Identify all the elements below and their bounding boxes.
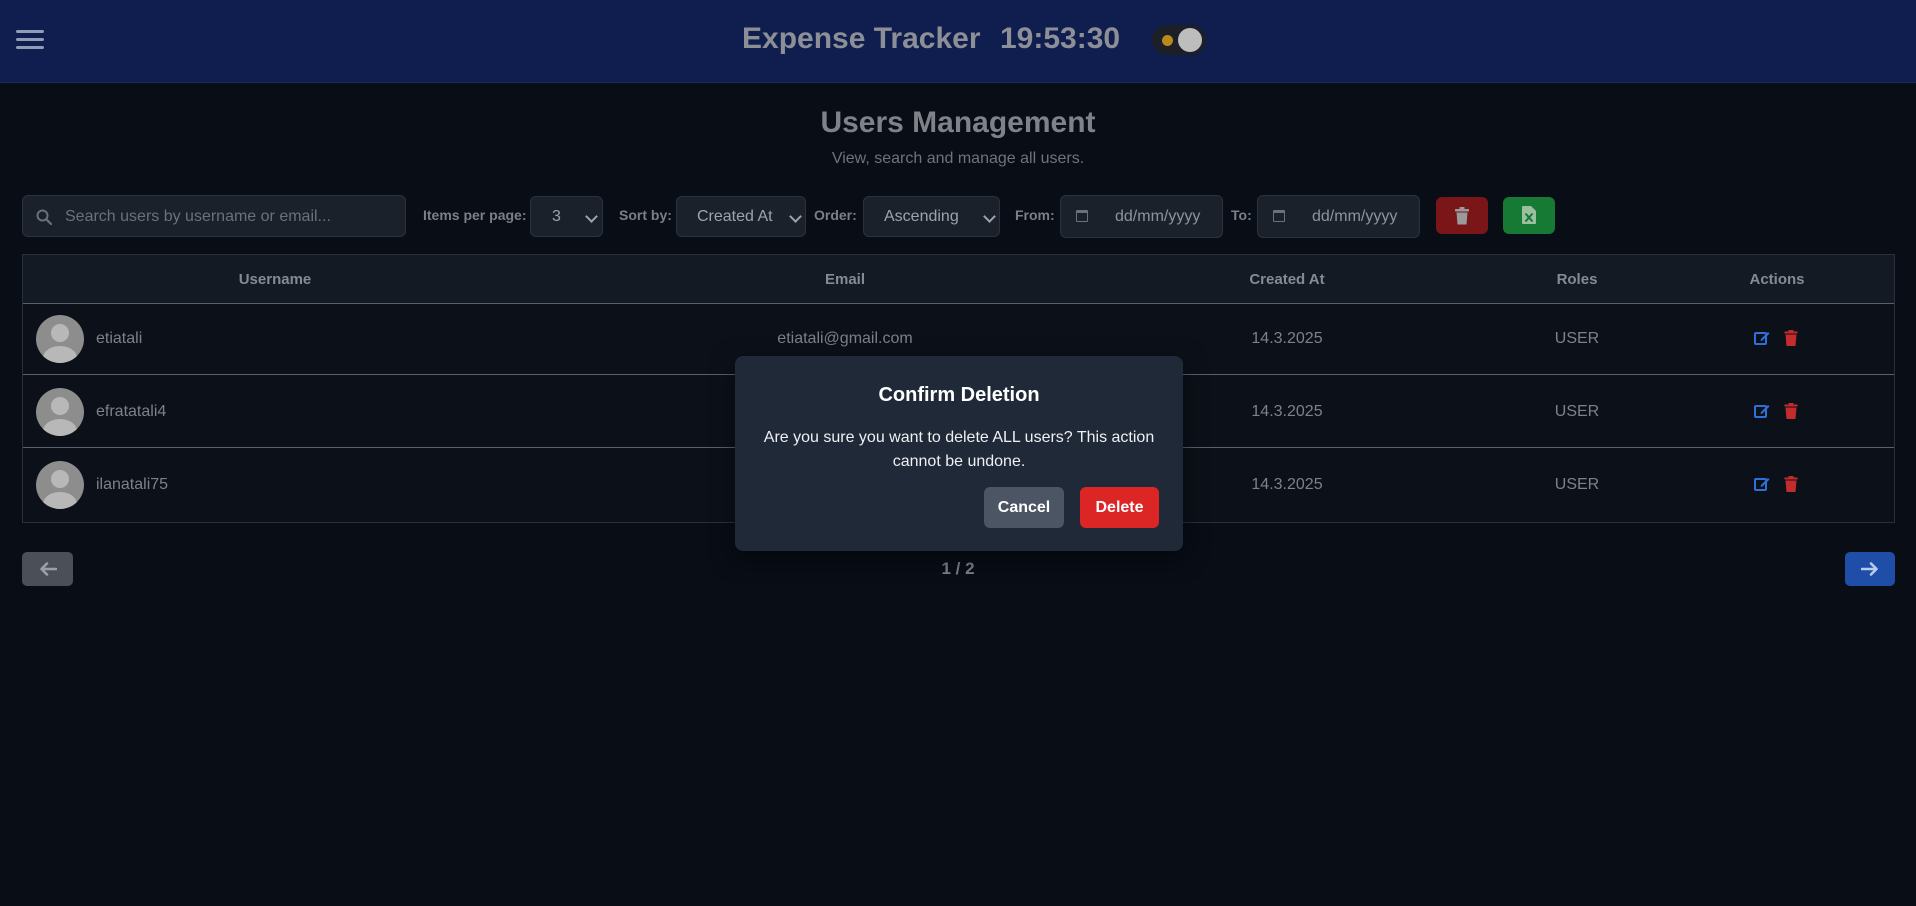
modal-overlay: Confirm Deletion Are you sure you want t… xyxy=(0,0,1916,906)
cancel-button[interactable]: Cancel xyxy=(984,487,1064,528)
confirm-delete-dialog: Confirm Deletion Are you sure you want t… xyxy=(735,356,1183,551)
dialog-title: Confirm Deletion xyxy=(878,384,1040,406)
dialog-message: Are you sure you want to delete ALL user… xyxy=(763,429,1155,470)
delete-button[interactable]: Delete xyxy=(1080,487,1159,528)
